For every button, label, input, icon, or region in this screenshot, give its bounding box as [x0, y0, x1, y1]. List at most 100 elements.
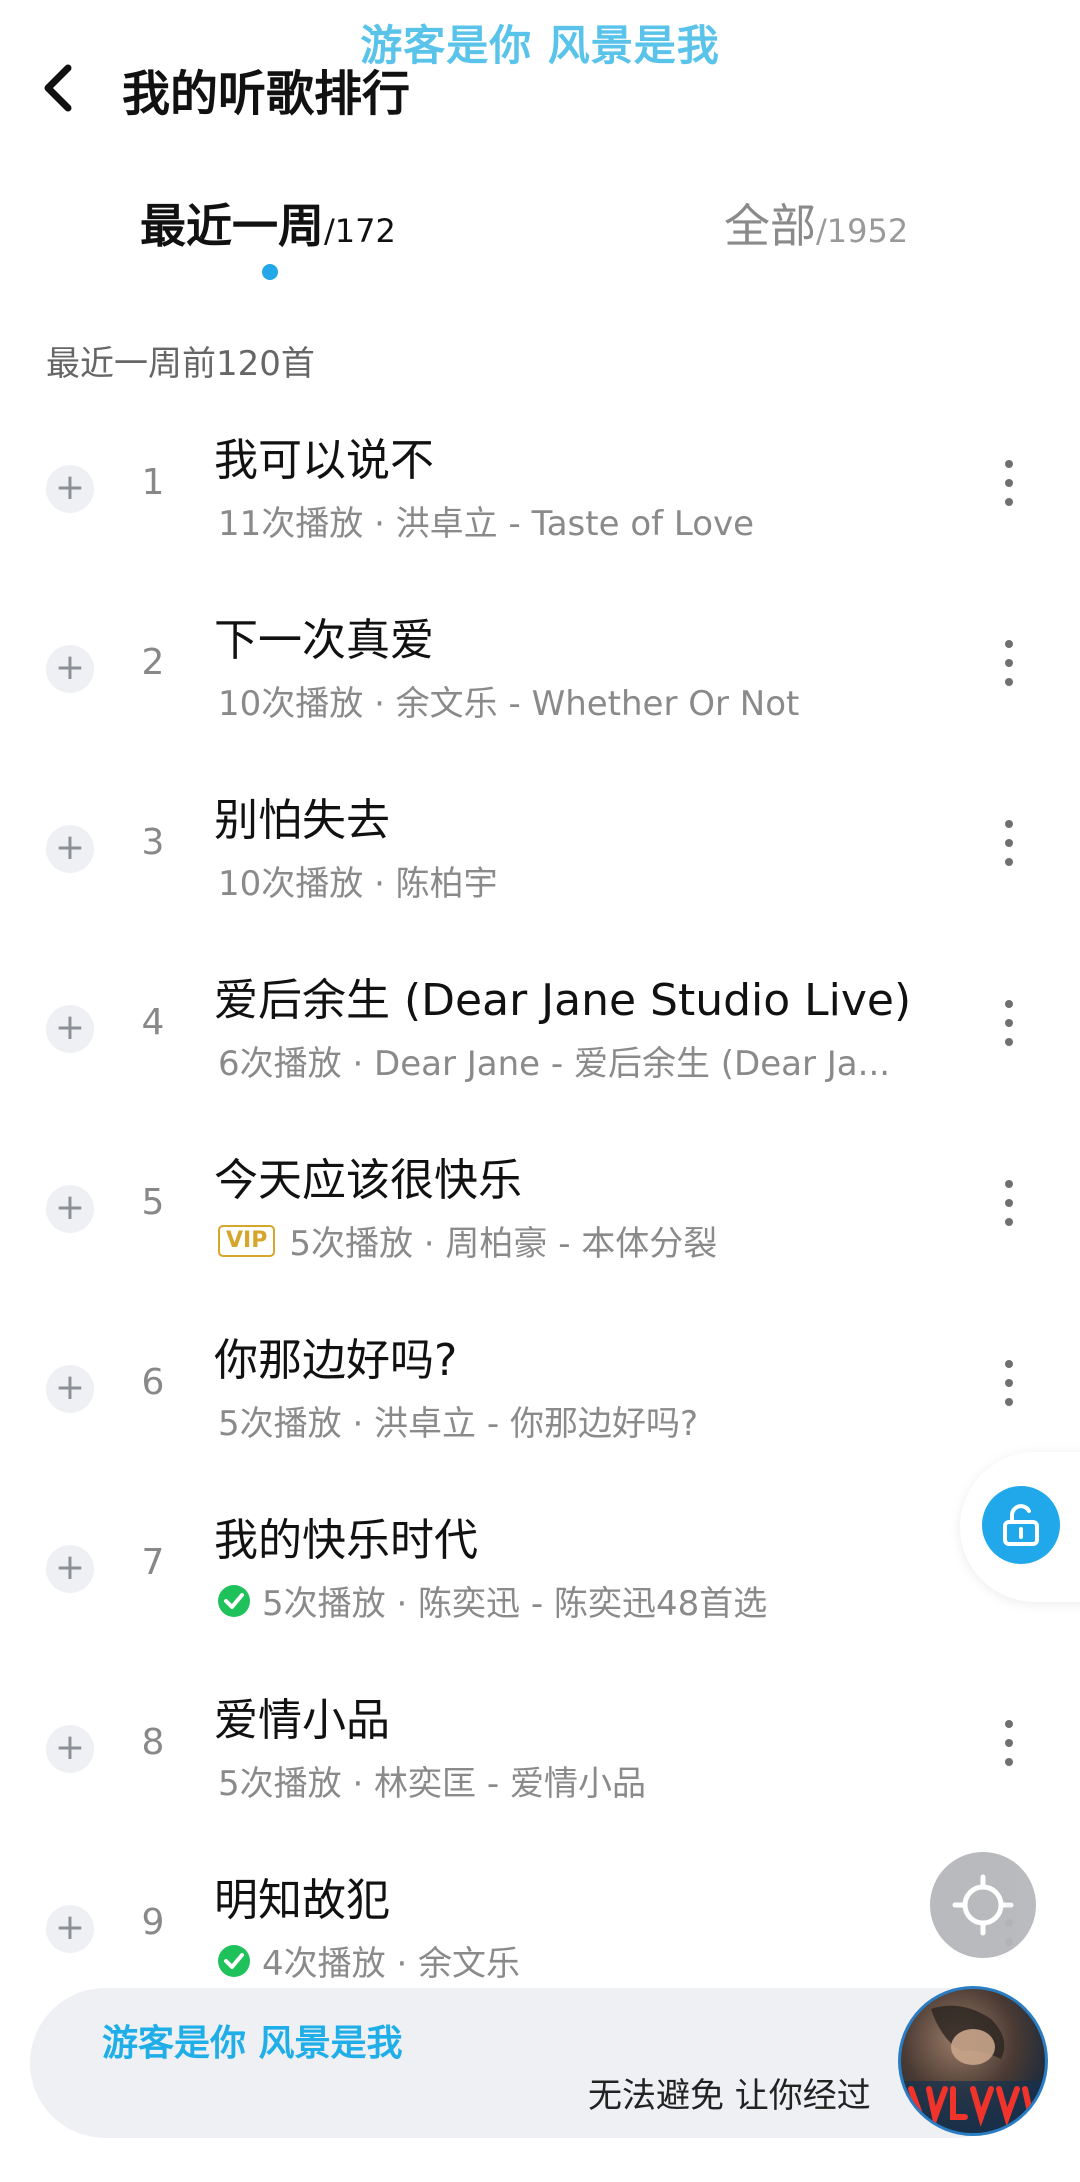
section-label: 最近一周前120首: [46, 344, 315, 384]
add-to-playlist-button[interactable]: +: [46, 1545, 94, 1593]
more-vertical-icon: [1005, 460, 1013, 468]
song-rank: 2: [141, 642, 165, 683]
plus-icon: +: [54, 647, 86, 688]
plus-icon: +: [54, 827, 86, 868]
song-rank: 3: [141, 822, 165, 863]
tab-bar: 最近一周/172 全部/1952: [0, 190, 1080, 300]
song-rank: 1: [141, 462, 165, 503]
more-options-button[interactable]: [996, 640, 1022, 696]
song-meta: 11次播放 · 洪卓立 - Taste of Love: [218, 496, 754, 545]
more-vertical-icon: [1005, 640, 1013, 648]
chevron-left-icon: [44, 64, 72, 112]
song-row[interactable]: + 1 我可以说不 11次播放 · 洪卓立 - Taste of Love: [0, 418, 1080, 598]
song-row[interactable]: + 4 爱后余生 (Dear Jane Studio Live) 6次播放 · …: [0, 958, 1080, 1138]
more-vertical-icon: [1005, 820, 1013, 828]
more-options-button[interactable]: [996, 820, 1022, 876]
tab-count: /172: [324, 212, 396, 250]
song-title: 下一次真爱: [214, 615, 434, 666]
song-rank: 7: [141, 1542, 165, 1583]
more-options-button[interactable]: [996, 1180, 1022, 1236]
song-meta-text: 10次播放 · 陈柏宇: [218, 864, 498, 904]
song-title: 爱情小品: [214, 1695, 390, 1746]
back-button[interactable]: [38, 56, 98, 120]
more-vertical-icon: [1005, 1360, 1013, 1368]
song-meta-text: 5次播放 · 周柏豪 - 本体分裂: [289, 1224, 718, 1264]
song-meta-text: 5次播放 · 林奕匡 - 爱情小品: [218, 1764, 646, 1804]
unlock-button[interactable]: [982, 1486, 1060, 1564]
song-meta: 6次播放 · Dear Jane - 爱后余生 (Dear Ja...: [218, 1036, 890, 1085]
song-meta: 5次播放 · 洪卓立 - 你那边好吗?: [218, 1396, 698, 1445]
song-title: 别怕失去: [214, 795, 390, 846]
song-row[interactable]: + 5 今天应该很快乐 VIP 5次播放 · 周柏豪 - 本体分裂: [0, 1138, 1080, 1318]
more-vertical-icon: [1005, 1180, 1013, 1188]
song-meta-text: 11次播放 · 洪卓立 - Taste of Love: [218, 504, 755, 544]
mini-player-bar[interactable]: 游客是你 风景是我 无法避免 让你经过: [30, 1988, 1030, 2138]
song-title: 爱后余生 (Dear Jane Studio Live): [214, 975, 912, 1026]
tab-label: 全部: [724, 199, 816, 253]
song-title: 明知故犯: [214, 1875, 390, 1926]
locate-current-song-button[interactable]: [930, 1852, 1036, 1958]
song-meta-text: 5次播放 · 洪卓立 - 你那边好吗?: [218, 1404, 698, 1444]
tab-all[interactable]: 全部/1952: [724, 190, 908, 256]
unlock-icon: [1003, 1504, 1039, 1546]
song-meta: 5次播放 · 林奕匡 - 爱情小品: [218, 1756, 646, 1805]
song-meta: 10次播放 · 余文乐 - Whether Or Not: [218, 676, 799, 725]
more-vertical-icon: [1005, 1720, 1013, 1728]
add-to-playlist-button[interactable]: +: [46, 1185, 94, 1233]
more-options-button[interactable]: [996, 1000, 1022, 1056]
tab-label: 最近一周: [140, 199, 324, 253]
plus-icon: +: [54, 1547, 86, 1588]
add-to-playlist-button[interactable]: +: [46, 1905, 94, 1953]
song-meta: 10次播放 · 陈柏宇: [218, 856, 498, 905]
song-rank: 8: [141, 1722, 165, 1763]
add-to-playlist-button[interactable]: +: [46, 1725, 94, 1773]
song-rank: 6: [141, 1362, 165, 1403]
song-meta: 4次播放 · 余文乐: [218, 1936, 520, 1985]
add-to-playlist-button[interactable]: +: [46, 645, 94, 693]
tab-recent-week[interactable]: 最近一周/172: [140, 190, 396, 280]
album-art[interactable]: [898, 1986, 1048, 2136]
add-to-playlist-button[interactable]: +: [46, 825, 94, 873]
plus-icon: +: [54, 1187, 86, 1228]
song-row[interactable]: + 3 别怕失去 10次播放 · 陈柏宇: [0, 778, 1080, 958]
add-to-playlist-button[interactable]: +: [46, 1005, 94, 1053]
song-meta-text: 6次播放 · Dear Jane - 爱后余生 (Dear Ja...: [218, 1044, 891, 1084]
player-lyric-line-1: 游客是你 风景是我: [102, 2023, 403, 2064]
song-rank: 4: [141, 1002, 165, 1043]
song-title: 今天应该很快乐: [214, 1155, 522, 1206]
song-row[interactable]: + 2 下一次真爱 10次播放 · 余文乐 - Whether Or Not: [0, 598, 1080, 778]
header: 我的听歌排行: [0, 50, 1080, 130]
album-art-image: [901, 2005, 1045, 2133]
song-row[interactable]: + 8 爱情小品 5次播放 · 林奕匡 - 爱情小品: [0, 1678, 1080, 1858]
song-meta-text: 4次播放 · 余文乐: [262, 1944, 521, 1984]
song-meta: 5次播放 · 陈奕迅 - 陈奕迅48首选: [218, 1576, 767, 1625]
more-options-button[interactable]: [996, 460, 1022, 516]
song-title: 我可以说不: [214, 435, 434, 486]
song-meta-text: 10次播放 · 余文乐 - Whether Or Not: [218, 684, 800, 724]
song-row[interactable]: + 7 我的快乐时代 5次播放 · 陈奕迅 - 陈奕迅48首选: [0, 1498, 1080, 1678]
page-title: 我的听歌排行: [122, 66, 411, 122]
plus-icon: +: [54, 1007, 86, 1048]
song-title: 你那边好吗?: [214, 1335, 458, 1386]
locate-icon: [952, 1874, 1014, 1936]
song-rank: 9: [141, 1902, 165, 1943]
more-options-button[interactable]: [996, 1360, 1022, 1416]
add-to-playlist-button[interactable]: +: [46, 465, 94, 513]
active-tab-indicator: [262, 264, 278, 280]
song-rank: 5: [141, 1182, 165, 1223]
plus-icon: +: [54, 467, 86, 508]
song-meta-text: 5次播放 · 陈奕迅 - 陈奕迅48首选: [262, 1584, 768, 1624]
check-circle-icon: [218, 1584, 250, 1617]
check-circle-icon: [218, 1944, 250, 1977]
more-options-button[interactable]: [996, 1720, 1022, 1776]
vip-badge: VIP: [218, 1224, 276, 1257]
song-meta: VIP 5次播放 · 周柏豪 - 本体分裂: [218, 1216, 717, 1265]
plus-icon: +: [54, 1367, 86, 1408]
plus-icon: +: [54, 1727, 86, 1768]
add-to-playlist-button[interactable]: +: [46, 1365, 94, 1413]
more-vertical-icon: [1005, 1000, 1013, 1008]
player-lyric-line-2: 无法避免 让你经过: [588, 2076, 871, 2116]
song-list: + 1 我可以说不 11次播放 · 洪卓立 - Taste of Love + …: [0, 418, 1080, 2038]
song-row[interactable]: + 6 你那边好吗? 5次播放 · 洪卓立 - 你那边好吗?: [0, 1318, 1080, 1498]
plus-icon: +: [54, 1907, 86, 1948]
